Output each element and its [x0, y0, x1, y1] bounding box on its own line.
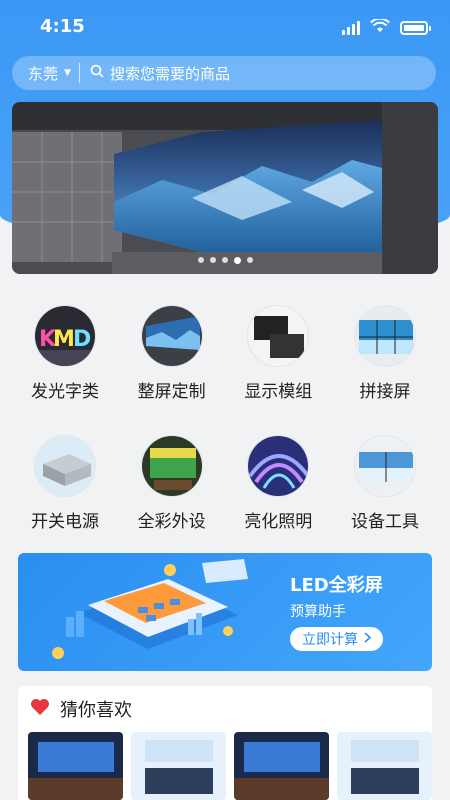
category-custom-screen[interactable]: 整屏定制: [119, 305, 225, 435]
section-header: 猜你喜欢: [18, 686, 432, 722]
equipment-tools-icon: [353, 435, 416, 497]
heart-icon: [30, 698, 50, 720]
product-card[interactable]: [28, 732, 123, 800]
caret-down-icon: ▼: [64, 68, 71, 78]
carousel-indicator: [12, 257, 438, 264]
section-title: 猜你喜欢: [60, 700, 132, 721]
category-row: 开关电源 全彩外设 亮化照明 设备工具: [12, 435, 438, 565]
calculate-now-button[interactable]: 立即计算: [290, 627, 383, 651]
full-color-peripheral-icon: [140, 435, 203, 497]
banner-carousel[interactable]: [12, 102, 438, 274]
svg-text:D: D: [73, 327, 91, 352]
category-power-supply[interactable]: 开关电源: [12, 435, 118, 565]
svg-text:M: M: [53, 327, 75, 352]
category-label: 整屏定制: [137, 382, 206, 402]
city-selector[interactable]: 东莞 ▼: [12, 56, 71, 90]
cta-label: 立即计算: [302, 632, 358, 648]
promo-subtitle: 预算助手: [290, 604, 346, 620]
battery-icon: [400, 20, 431, 35]
custom-screen-icon: [140, 305, 203, 367]
recommendations-section: 猜你喜欢: [18, 686, 432, 800]
carousel-dot[interactable]: [209, 257, 216, 263]
product-card[interactable]: [337, 732, 432, 800]
category-row: K M D 发光字类 整屏定制 显示模组 拼接屏: [12, 305, 438, 435]
power-supply-icon: [34, 435, 96, 497]
category-luminous-letters[interactable]: K M D 发光字类: [12, 305, 118, 435]
category-label: 拼接屏: [359, 382, 411, 402]
carousel-dot[interactable]: [246, 257, 253, 263]
category-equipment-tools[interactable]: 设备工具: [332, 435, 438, 565]
carousel-dot-active[interactable]: [233, 257, 241, 264]
signal-icon: [342, 20, 360, 35]
product-card[interactable]: [131, 732, 226, 800]
search-placeholder: 搜索您需要的商品: [109, 64, 230, 83]
category-display-module[interactable]: 显示模组: [225, 305, 331, 435]
banner-image: [12, 102, 438, 274]
chevron-right-icon: [364, 631, 372, 647]
category-label: 设备工具: [350, 512, 419, 532]
category-splicing-screen[interactable]: 拼接屏: [332, 305, 438, 435]
luminous-letters-icon: K M D: [34, 305, 96, 367]
status-icons: [342, 17, 431, 37]
carousel-dot[interactable]: [197, 257, 204, 263]
city-label: 东莞: [28, 64, 59, 83]
display-module-icon: [247, 305, 310, 367]
promo-title: LED全彩屏: [290, 575, 383, 596]
category-full-color-peripheral[interactable]: 全彩外设: [119, 435, 225, 565]
calculator-illustration: [52, 559, 248, 659]
category-label: 亮化照明: [244, 512, 313, 532]
category-grid: K M D 发光字类 整屏定制 显示模组 拼接屏 开关电源 全彩外设 亮化照明 …: [12, 305, 438, 565]
category-label: 全彩外设: [137, 512, 206, 532]
status-bar: 4:15: [0, 0, 450, 52]
search-divider: [78, 63, 80, 83]
category-lighting[interactable]: 亮化照明: [225, 435, 331, 565]
category-label: 发光字类: [31, 382, 99, 402]
category-label: 开关电源: [31, 512, 99, 532]
search-input[interactable]: 搜索您需要的商品: [90, 56, 436, 90]
product-card[interactable]: [234, 732, 329, 800]
status-time: 4:15: [40, 16, 85, 37]
budget-assistant-banner[interactable]: LED全彩屏 预算助手 立即计算: [18, 553, 432, 671]
wifi-icon: [370, 17, 390, 37]
category-label: 显示模组: [244, 382, 313, 402]
carousel-dot[interactable]: [221, 257, 228, 263]
splicing-screen-icon: [353, 305, 416, 367]
search-bar: 东莞 ▼ 搜索您需要的商品: [12, 56, 436, 90]
lighting-icon: [247, 435, 310, 497]
search-icon: [90, 64, 104, 82]
product-list: [28, 732, 432, 800]
